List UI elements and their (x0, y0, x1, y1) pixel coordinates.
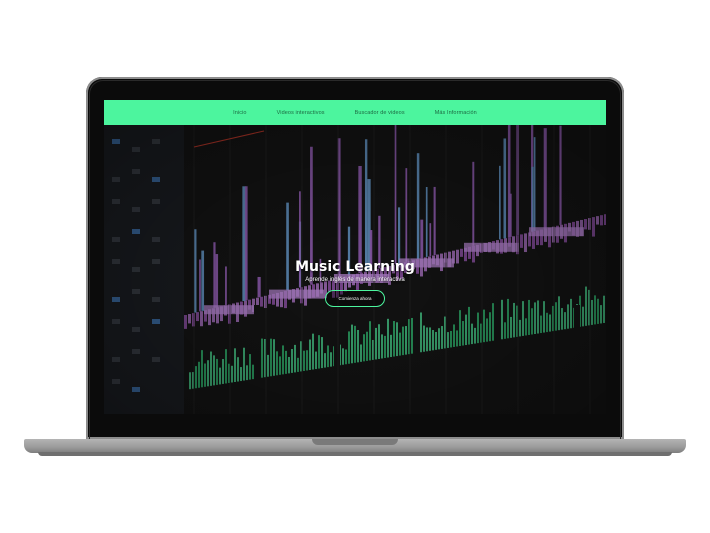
nav-item-buscador-de-videos[interactable]: Buscador de videos (355, 110, 405, 116)
hero-subtitle: Aprende inglés de manera interactiva (305, 277, 405, 283)
laptop-screen: Inicio Videos interactivos Buscador de v… (104, 100, 606, 414)
hero-section: Music Learning Aprende inglés de manera … (104, 125, 606, 414)
laptop-opening-notch (312, 439, 398, 445)
hero-title: Music Learning (295, 259, 415, 275)
mockup-stage: Inicio Videos interactivos Buscador de v… (0, 0, 710, 533)
nav-item-inicio[interactable]: Inicio (233, 110, 246, 116)
nav-item-videos-interactivos[interactable]: Videos interactivos (277, 110, 325, 116)
nav-item-mas-informacion[interactable]: Más Información (435, 110, 477, 116)
start-now-button[interactable]: Comienza ahora (325, 290, 385, 307)
top-navigation: Inicio Videos interactivos Buscador de v… (104, 100, 606, 125)
hero-content: Music Learning Aprende inglés de manera … (104, 259, 606, 307)
laptop-base-shadow (38, 452, 672, 456)
